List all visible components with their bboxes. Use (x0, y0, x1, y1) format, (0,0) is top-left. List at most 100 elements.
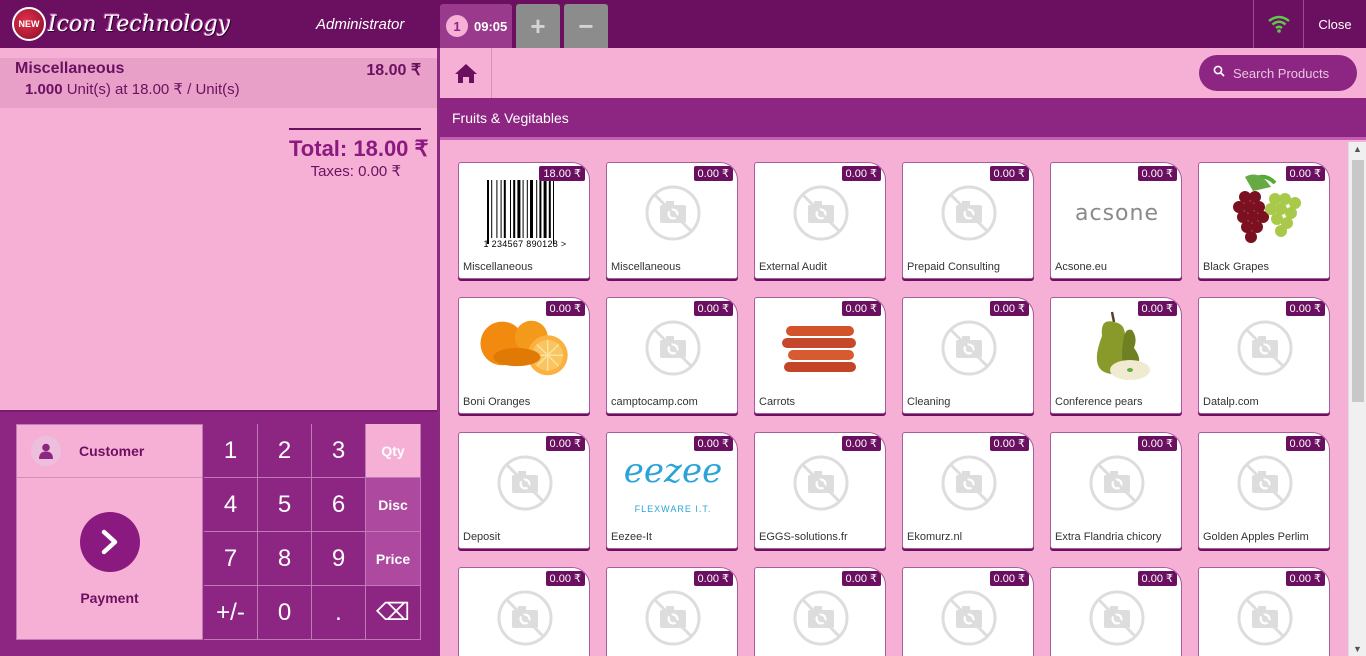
product-card[interactable]: 0.00 ₹ Conference pears (1050, 297, 1182, 414)
product-card[interactable]: 0.00 ₹ Miscellaneous (606, 162, 738, 279)
chevron-right-icon (79, 512, 140, 572)
mode-qty-button[interactable]: Qty (366, 424, 421, 478)
product-image (475, 443, 575, 523)
order-number: 1 (446, 15, 468, 37)
numpad-key-5[interactable]: 5 (258, 478, 312, 532)
product-name: Boni Oranges (463, 396, 531, 408)
top-bar: NEW Icon Technology Administrator 1 09:0… (0, 0, 1366, 48)
product-card[interactable]: acsone 0.00 ₹ Acsone.eu (1050, 162, 1182, 279)
orderline-price: 18.00 ₹ (366, 62, 421, 79)
product-card[interactable]: 0.00 ₹ Boni Oranges (458, 297, 590, 414)
logo-text: Icon Technology (48, 11, 231, 37)
product-price-tag: 0.00 ₹ (841, 301, 881, 316)
numpad: 1 2 3 Qty 4 5 6 Disc 7 8 9 Price +/- 0 .… (204, 424, 421, 640)
product-card[interactable]: 0.00 ₹ Carrots (754, 297, 886, 414)
product-name: Golden Apples Perlim (1203, 531, 1309, 543)
product-image (919, 578, 1019, 656)
username[interactable]: Administrator (316, 16, 404, 33)
product-card[interactable]: eezee FLEXWARE I.T. 0.00 ₹ Eezee-It (606, 432, 738, 549)
numpad-key-1[interactable]: 1 (204, 424, 258, 478)
product-card[interactable]: 0.00 ₹ (902, 567, 1034, 656)
search-box[interactable] (1199, 55, 1357, 91)
product-card[interactable]: 0.00 ₹ Cleaning (902, 297, 1034, 414)
mode-discount-button[interactable]: Disc (366, 478, 421, 532)
home-icon[interactable] (440, 48, 492, 98)
product-price-tag: 0.00 ₹ (693, 301, 733, 316)
orderline-info: 1.000 Unit(s) at 18.00 ₹ / Unit(s) (25, 80, 240, 98)
product-card[interactable]: 0.00 ₹ (458, 567, 590, 656)
close-button[interactable]: Close (1303, 0, 1366, 48)
delete-order-button[interactable]: − (564, 4, 608, 48)
payment-button[interactable]: Payment (17, 479, 202, 639)
backspace-icon[interactable]: ⌫ (366, 586, 421, 640)
logo-emblem: NEW (12, 7, 46, 41)
product-card[interactable]: 0.00 ₹ Prepaid Consulting (902, 162, 1034, 279)
product-image (1067, 308, 1167, 388)
category-name[interactable]: Fruits & Vegitables (452, 110, 569, 126)
product-image (623, 578, 723, 656)
product-price-tag: 0.00 ₹ (989, 166, 1029, 181)
numpad-plus-minus[interactable]: +/- (204, 586, 258, 640)
product-price-tag: 0.00 ₹ (989, 571, 1029, 586)
product-name: Extra Flandria chicory (1055, 531, 1162, 543)
product-card[interactable]: 0.00 ₹ camptocamp.com (606, 297, 738, 414)
mode-price-button[interactable]: Price (366, 532, 421, 586)
product-card[interactable]: 0.00 ₹ Ekomurz.nl (902, 432, 1034, 549)
product-card[interactable]: 0.00 ₹ Black Grapes (1198, 162, 1330, 279)
product-card[interactable]: 0.00 ₹ (754, 567, 886, 656)
product-grid: 1 234567 890128 > 18.00 ₹ Miscellaneous 0.0… (458, 162, 1338, 656)
product-scrollbar[interactable]: ▲ ▼ (1348, 142, 1366, 656)
order-taxes: Taxes: 0.00 ₹ (310, 163, 401, 180)
scroll-up-icon[interactable]: ▲ (1353, 144, 1362, 154)
product-name: Ekomurz.nl (907, 531, 963, 543)
product-card[interactable]: 0.00 ₹ Golden Apples Perlim (1198, 432, 1330, 549)
product-price-tag: 0.00 ₹ (693, 166, 733, 181)
product-card[interactable]: 0.00 ₹ EGGS-solutions.fr (754, 432, 886, 549)
new-order-button[interactable]: + (516, 4, 560, 48)
product-name: Prepaid Consulting (907, 261, 1000, 273)
product-card[interactable]: 0.00 ₹ Datalp.com (1198, 297, 1330, 414)
product-image (623, 308, 723, 388)
product-card[interactable]: 0.00 ₹ (606, 567, 738, 656)
numpad-key-4[interactable]: 4 (204, 478, 258, 532)
product-name: Cleaning (907, 396, 951, 408)
barcode-number: 1 234567 890128 > (483, 239, 567, 249)
product-panel: Fruits & Vegitables 1 234567 890128 > 18.… (440, 48, 1366, 656)
numpad-key-3[interactable]: 3 (312, 424, 366, 478)
wifi-icon[interactable] (1253, 0, 1303, 48)
control-pad: Customer Payment 1 2 3 Qty 4 5 6 Disc 7 … (0, 410, 437, 656)
category-breadcrumb: Fruits & Vegitables (440, 98, 1366, 140)
numpad-key-8[interactable]: 8 (258, 532, 312, 586)
product-image (623, 173, 723, 253)
eezee-logo-subtext: FLEXWARE I.T. (634, 504, 712, 514)
product-price-tag: 18.00 ₹ (539, 166, 585, 181)
product-card[interactable]: 1 234567 890128 > 18.00 ₹ Miscellaneous (458, 162, 590, 279)
orderline-qty: 1.000 (25, 81, 63, 98)
numpad-decimal[interactable]: . (312, 586, 366, 640)
numpad-key-0[interactable]: 0 (258, 586, 312, 640)
product-price-tag: 0.00 ₹ (693, 436, 733, 451)
product-price-tag: 0.00 ₹ (545, 301, 585, 316)
product-image (919, 308, 1019, 388)
customer-button[interactable]: Customer (17, 425, 202, 478)
order-line[interactable]: Miscellaneous 18.00 ₹ 1.000 Unit(s) at 1… (0, 58, 437, 108)
order-tab[interactable]: 1 09:05 (440, 4, 512, 48)
numpad-key-2[interactable]: 2 (258, 424, 312, 478)
product-image: 1 234567 890128 > (475, 173, 575, 253)
numpad-key-6[interactable]: 6 (312, 478, 366, 532)
numpad-key-7[interactable]: 7 (204, 532, 258, 586)
scroll-down-icon[interactable]: ▼ (1353, 644, 1362, 654)
product-price-tag: 0.00 ₹ (841, 436, 881, 451)
product-card[interactable]: 0.00 ₹ External Audit (754, 162, 886, 279)
product-image (771, 578, 871, 656)
product-card[interactable]: 0.00 ₹ Extra Flandria chicory (1050, 432, 1182, 549)
product-image (1215, 308, 1315, 388)
search-input[interactable] (1233, 65, 1343, 81)
product-image (919, 173, 1019, 253)
product-name: Miscellaneous (463, 261, 533, 273)
product-card[interactable]: 0.00 ₹ Deposit (458, 432, 590, 549)
scrollbar-thumb[interactable] (1352, 160, 1364, 402)
numpad-key-9[interactable]: 9 (312, 532, 366, 586)
product-card[interactable]: 0.00 ₹ (1050, 567, 1182, 656)
product-card[interactable]: 0.00 ₹ (1198, 567, 1330, 656)
